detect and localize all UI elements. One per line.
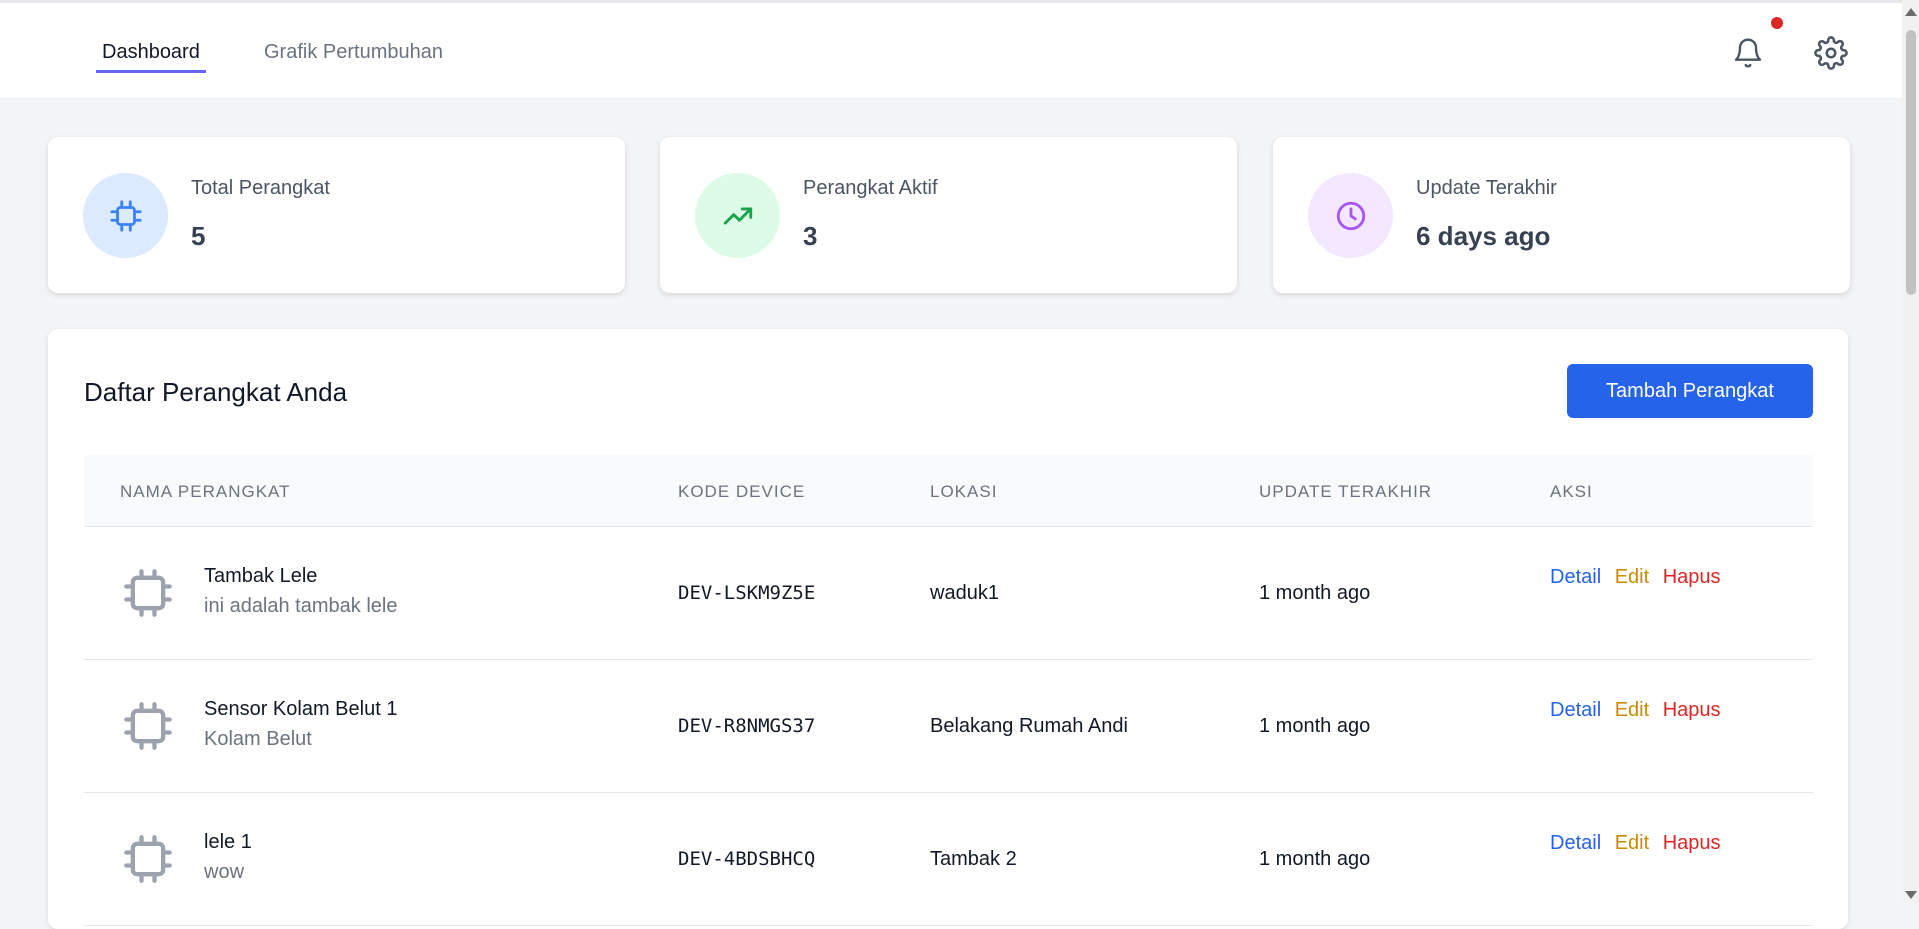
scrollbar-thumb[interactable] — [1906, 30, 1916, 295]
stat-value: 6 days ago — [1416, 221, 1551, 251]
delete-link[interactable]: Hapus — [1663, 699, 1721, 721]
device-location: Belakang Rumah Andi — [930, 715, 1128, 737]
stat-value: 5 — [191, 221, 206, 251]
stat-label: Update Terakhir — [1416, 177, 1557, 199]
scroll-up-arrow-icon[interactable] — [1905, 8, 1917, 16]
page-scrollbar[interactable] — [1902, 0, 1919, 901]
table-header: NAMA PERANGKAT KODE DEVICE LOKASI UPDATE… — [84, 455, 1813, 527]
delete-link[interactable]: Hapus — [1663, 832, 1721, 854]
trending-up-icon — [695, 173, 780, 258]
stat-label: Perangkat Aktif — [803, 177, 938, 199]
stat-card-update-terakhir: Update Terakhir 6 days ago — [1273, 137, 1850, 293]
tab-dashboard[interactable]: Dashboard — [96, 41, 206, 73]
table-row: Sensor Kolam Belut 1 Kolam Belut DEV-R8N… — [84, 660, 1813, 793]
top-navbar: Dashboard Grafik Pertumbuhan — [0, 3, 1902, 99]
bell-icon[interactable] — [1728, 33, 1768, 73]
tab-grafik-pertumbuhan[interactable]: Grafik Pertumbuhan — [258, 41, 449, 70]
table-row: lele 1 wow DEV-4BDSBHCQ Tambak 2 1 month… — [84, 793, 1813, 926]
table-row: Tambak Lele ini adalah tambak lele DEV-L… — [84, 527, 1813, 660]
chip-icon — [122, 833, 174, 885]
column-header-actions: AKSI — [1550, 482, 1593, 501]
device-updated: 1 month ago — [1259, 582, 1371, 604]
stat-card-perangkat-aktif: Perangkat Aktif 3 — [660, 137, 1237, 293]
chip-icon — [83, 173, 168, 258]
notification-badge — [1771, 17, 1783, 29]
edit-link[interactable]: Edit — [1615, 699, 1649, 721]
clock-icon — [1308, 173, 1393, 258]
gear-icon[interactable] — [1811, 33, 1851, 73]
add-device-button[interactable]: Tambah Perangkat — [1567, 364, 1813, 418]
device-location: waduk1 — [930, 582, 999, 604]
chip-icon — [122, 567, 174, 619]
device-updated: 1 month ago — [1259, 848, 1371, 870]
device-location: Tambak 2 — [930, 848, 1017, 870]
delete-link[interactable]: Hapus — [1663, 566, 1721, 588]
chip-icon — [122, 700, 174, 752]
device-updated: 1 month ago — [1259, 715, 1371, 737]
detail-link[interactable]: Detail — [1550, 832, 1601, 854]
row-actions: Detail Edit Hapus — [1550, 699, 1729, 722]
edit-link[interactable]: Edit — [1615, 832, 1649, 854]
stat-label: Total Perangkat — [191, 177, 330, 199]
device-description: Kolam Belut — [204, 728, 312, 750]
device-code: DEV-LSKM9Z5E — [678, 582, 816, 604]
detail-link[interactable]: Detail — [1550, 699, 1601, 721]
stat-value: 3 — [803, 221, 818, 251]
column-header-name: NAMA PERANGKAT — [120, 482, 291, 501]
column-header-location: LOKASI — [930, 482, 998, 501]
column-header-code: KODE DEVICE — [678, 482, 806, 501]
device-code: DEV-R8NMGS37 — [678, 715, 816, 737]
device-code: DEV-4BDSBHCQ — [678, 848, 816, 870]
edit-link[interactable]: Edit — [1615, 566, 1649, 588]
row-actions: Detail Edit Hapus — [1550, 566, 1729, 589]
row-actions: Detail Edit Hapus — [1550, 832, 1729, 855]
device-name: Sensor Kolam Belut 1 — [204, 698, 398, 720]
device-name: Tambak Lele — [204, 565, 318, 587]
column-header-updated: UPDATE TERAKHIR — [1259, 482, 1433, 501]
stat-card-total-perangkat: Total Perangkat 5 — [48, 137, 625, 293]
devices-panel: Daftar Perangkat Anda Tambah Perangkat N… — [48, 329, 1848, 929]
device-description: ini adalah tambak lele — [204, 595, 398, 617]
panel-title: Daftar Perangkat Anda — [84, 377, 348, 407]
detail-link[interactable]: Detail — [1550, 566, 1601, 588]
scroll-down-arrow-icon[interactable] — [1905, 891, 1917, 899]
device-description: wow — [204, 861, 245, 883]
device-name: lele 1 — [204, 831, 252, 853]
